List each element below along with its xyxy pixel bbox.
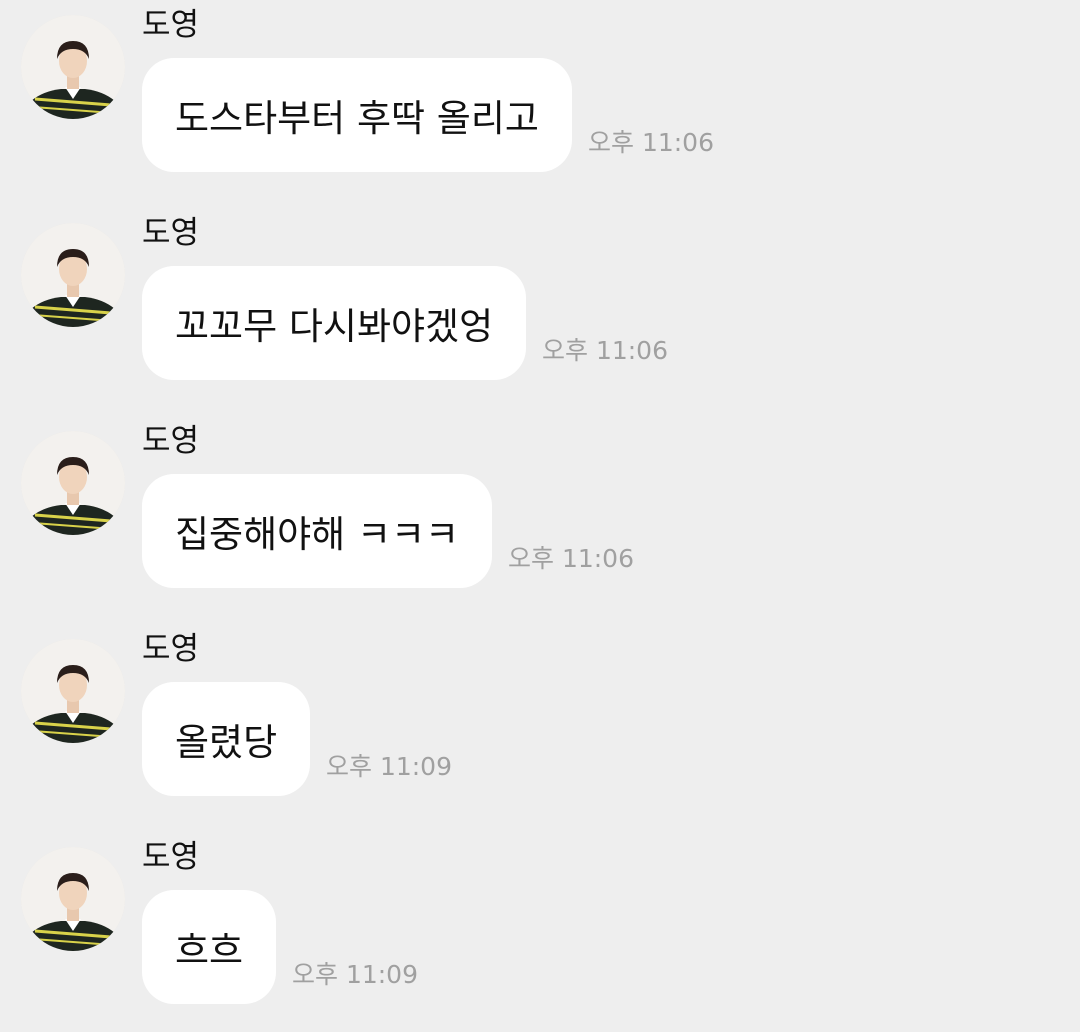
avatar[interactable] xyxy=(21,639,125,743)
message-time: 오후 11:09 xyxy=(292,960,418,989)
chat-message-list[interactable]: 도영 도스타부터 후딱 올리고 오후 11:06 도영 꼬꼬무 다시봐야겠엉 오… xyxy=(0,0,1080,1031)
message-bubble[interactable]: 흐흐 xyxy=(142,890,277,1004)
chat-message: 도영 집중해야해 ㅋㅋㅋ 오후 11:06 xyxy=(0,416,1080,616)
message-bubble[interactable]: 올렸당 xyxy=(142,682,311,796)
sender-name: 도영 xyxy=(142,631,200,667)
message-bubble[interactable]: 집중해야해 ㅋㅋㅋ xyxy=(142,474,493,588)
message-text: 집중해야해 ㅋㅋㅋ xyxy=(175,513,460,556)
sender-name: 도영 xyxy=(142,7,200,43)
message-time: 오후 11:06 xyxy=(588,128,714,157)
sender-name: 도영 xyxy=(142,839,200,875)
message-time: 오후 11:06 xyxy=(542,336,668,365)
message-time: 오후 11:09 xyxy=(326,752,452,781)
message-text: 흐흐 xyxy=(175,929,244,972)
message-text: 올렸당 xyxy=(175,721,278,764)
message-bubble[interactable]: 도스타부터 후딱 올리고 xyxy=(142,58,572,172)
chat-message: 도영 흐흐 오후 11:09 xyxy=(0,832,1080,1032)
avatar[interactable] xyxy=(21,15,125,119)
chat-message: 도영 도스타부터 후딱 올리고 오후 11:06 xyxy=(0,0,1080,200)
avatar[interactable] xyxy=(21,223,125,327)
message-bubble[interactable]: 꼬꼬무 다시봐야겠엉 xyxy=(142,266,527,380)
chat-message: 도영 꼬꼬무 다시봐야겠엉 오후 11:06 xyxy=(0,208,1080,408)
message-time: 오후 11:06 xyxy=(508,544,634,573)
avatar[interactable] xyxy=(21,431,125,535)
chat-message: 도영 올렸당 오후 11:09 xyxy=(0,624,1080,824)
sender-name: 도영 xyxy=(142,423,200,459)
message-text: 도스타부터 후딱 올리고 xyxy=(175,97,539,140)
message-text: 꼬꼬무 다시봐야겠엉 xyxy=(175,305,494,348)
avatar[interactable] xyxy=(21,847,125,951)
sender-name: 도영 xyxy=(142,215,200,251)
